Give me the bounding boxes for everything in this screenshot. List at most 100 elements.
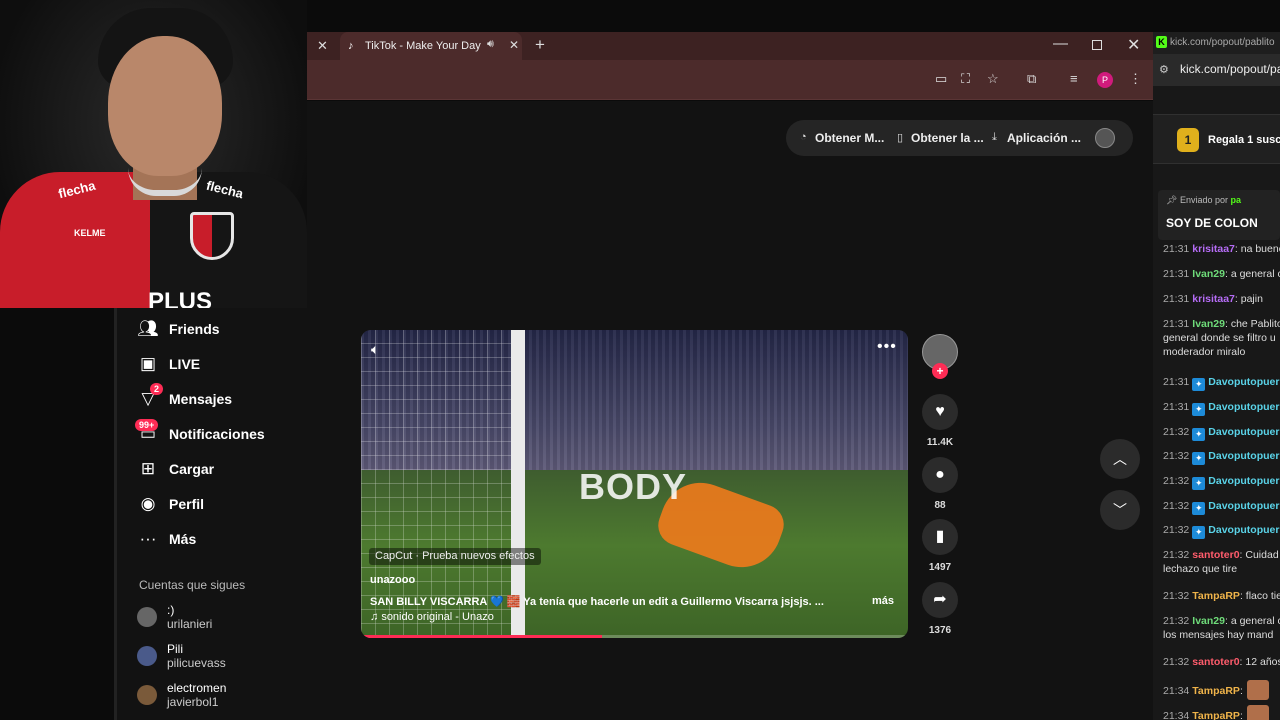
- chat-text: : a general c: [1224, 268, 1280, 280]
- chat-username[interactable]: krisitaa7: [1192, 293, 1235, 305]
- site-settings-icon[interactable]: ⚙: [1159, 63, 1169, 76]
- browser-menu-icon[interactable]: ⋮: [1129, 72, 1142, 86]
- get-coins-button[interactable]: Obtener M...: [815, 131, 884, 145]
- following-item[interactable]: Pili pilicuevass: [137, 640, 307, 676]
- kick-address-bar[interactable]: ⚙ kick.com/popout/pa: [1153, 54, 1280, 86]
- chat-time: 21:32: [1163, 615, 1190, 627]
- pin-icon: 📌︎: [1166, 195, 1178, 205]
- chat-message: 21:34 TampaRP:: [1163, 680, 1280, 700]
- chat-username[interactable]: Davoputopuerr: [1208, 376, 1280, 388]
- sidebar-item-profile[interactable]: ◉ Perfil: [137, 493, 307, 517]
- speaker-icon[interactable]: 🔊︎: [487, 38, 494, 51]
- previous-video-button[interactable]: ︿: [1100, 439, 1140, 479]
- club-crest-icon: [190, 212, 234, 260]
- user-avatar[interactable]: [1095, 128, 1115, 148]
- sidebar-item-notifications[interactable]: ▭ 99+ Notificaciones: [135, 419, 307, 447]
- sidebar-item-more[interactable]: ··· Más: [137, 528, 307, 552]
- capcut-label[interactable]: CapCut · Prueba nuevos efectos: [369, 548, 541, 565]
- share-button[interactable]: ➦: [922, 582, 958, 618]
- video-sound[interactable]: ♫ sonido original - Unazo: [370, 611, 494, 623]
- kick-window-titlebar: K kick.com/popout/pablito: [1153, 32, 1280, 54]
- goal-net: [361, 330, 511, 638]
- sound-name: sonido original - Unazo: [381, 611, 494, 623]
- follow-plus-icon[interactable]: +: [932, 363, 948, 379]
- subscriber-badge-icon: ✦: [1192, 502, 1206, 515]
- bookmark-star-icon[interactable]: ☆: [987, 72, 999, 86]
- chat-username[interactable]: Davoputopuer: [1208, 426, 1279, 438]
- translate-icon[interactable]: ⛶: [961, 72, 970, 86]
- emote-icon: [1246, 705, 1269, 720]
- install-app-icon[interactable]: ▭: [935, 72, 947, 86]
- chat-username[interactable]: Ivan29: [1192, 268, 1225, 280]
- sidebar-item-friends[interactable]: 👥︎ Friends: [137, 318, 307, 342]
- chat-time: 21:32: [1163, 450, 1190, 462]
- streamer-face: [108, 36, 222, 176]
- video-player[interactable]: BODY 🔈︎ ••• CapCut · Prueba nuevos efect…: [361, 330, 908, 638]
- chat-username[interactable]: krisitaa7: [1192, 243, 1235, 255]
- chat-username[interactable]: TampaRP: [1192, 590, 1240, 602]
- chat-username[interactable]: Ivan29: [1192, 615, 1225, 627]
- comment-count: 88: [934, 500, 946, 511]
- gift-sub-banner[interactable]: 1 Regala 1 suscr: [1153, 114, 1280, 164]
- following-name: electromen: [167, 681, 227, 695]
- chat-time: 21:31: [1163, 268, 1190, 280]
- sidebar-item-label: Perfil: [169, 496, 205, 512]
- new-tab-button[interactable]: +: [535, 35, 545, 55]
- browser-toolbar: ▭ ⛶ ☆ ⧉ ≡ P ⋮: [307, 60, 1153, 100]
- chat-username[interactable]: Davoputopuer: [1208, 524, 1279, 536]
- media-control-icon[interactable]: ≡: [1070, 72, 1078, 86]
- more-options-icon[interactable]: •••: [877, 338, 897, 356]
- following-handle: urilanieri: [167, 617, 213, 631]
- profile-icon: ◉: [140, 494, 156, 513]
- following-heading: Cuentas que sigues: [139, 578, 246, 592]
- chat-username[interactable]: Davoputopuer: [1208, 475, 1279, 487]
- video-author[interactable]: unazooo: [370, 574, 415, 586]
- following-item[interactable]: :) urilanieri: [137, 601, 307, 637]
- messages-badge: 2: [150, 383, 164, 395]
- comment-button[interactable]: ●: [922, 457, 958, 493]
- profile-avatar[interactable]: P: [1097, 72, 1113, 88]
- save-count: 1497: [928, 562, 952, 573]
- get-app-button[interactable]: Obtener la ...: [911, 131, 984, 145]
- tab-close-icon[interactable]: ✕: [509, 38, 519, 52]
- browser-tab-tiktok[interactable]: ♪ TikTok - Make Your Day 🔊︎ ✕: [340, 32, 522, 60]
- pinned-meta: 📌︎ Enviado por pa: [1166, 195, 1241, 206]
- chat-username[interactable]: Davoputopuer: [1208, 450, 1279, 462]
- subscriber-badge-icon: ✦: [1192, 477, 1206, 490]
- maximize-button[interactable]: [1092, 40, 1102, 50]
- kit-brand-text: KELME: [74, 228, 106, 238]
- next-video-button[interactable]: ﹀: [1100, 490, 1140, 530]
- sidebar-item-label: Friends: [169, 321, 220, 337]
- notifications-badge: 99+: [135, 419, 159, 431]
- chat-time: 21:32: [1163, 500, 1190, 512]
- video-progress-bar[interactable]: [361, 635, 908, 638]
- caption-more-link[interactable]: más: [872, 595, 894, 607]
- chat-username[interactable]: TampaRP: [1192, 685, 1240, 697]
- chat-message: 21:32 ✦ Davoputopuer: [1163, 425, 1280, 441]
- subscriber-badge-icon: ✦: [1192, 403, 1206, 416]
- sidebar: 👥︎ Friends ▣ LIVE ▽ 2 Mensajes ▭ 99+ Not…: [114, 308, 307, 720]
- window-close-button[interactable]: ✕: [1127, 35, 1140, 55]
- close-icon[interactable]: ✕: [317, 38, 328, 54]
- sidebar-item-live[interactable]: ▣ LIVE: [137, 353, 307, 377]
- chat-username[interactable]: santoter0: [1192, 549, 1239, 561]
- chat-username[interactable]: Davoputopuerr: [1208, 401, 1280, 413]
- like-button[interactable]: ♥: [922, 394, 958, 430]
- chat-username[interactable]: TampaRP: [1192, 710, 1240, 720]
- chat-username[interactable]: Davoputopuer: [1208, 500, 1279, 512]
- chat-username[interactable]: Ivan29: [1192, 318, 1225, 330]
- extensions-icon[interactable]: ⧉: [1027, 72, 1036, 86]
- minimize-button[interactable]: —: [1053, 35, 1068, 52]
- chat-username[interactable]: santoter0: [1192, 656, 1239, 668]
- gift-icon: 1: [1177, 128, 1199, 152]
- pinned-message: 📌︎ Enviado por pa SOY DE COLON: [1158, 190, 1280, 240]
- following-item[interactable]: electromen javierbol1: [137, 679, 307, 715]
- save-button[interactable]: ▮: [922, 519, 958, 555]
- sidebar-item-upload[interactable]: ⊞ Cargar: [137, 458, 307, 482]
- volume-icon[interactable]: 🔈︎: [371, 341, 379, 358]
- sidebar-item-messages[interactable]: ▽ 2 Mensajes: [137, 383, 307, 412]
- chat-message: 21:32 ✦ Davoputopuer: [1163, 449, 1280, 465]
- chat-text-line: lechazo que tire: [1163, 563, 1238, 575]
- chat-time: 21:31: [1163, 376, 1190, 388]
- desktop-app-button[interactable]: Aplicación ...: [1007, 131, 1081, 145]
